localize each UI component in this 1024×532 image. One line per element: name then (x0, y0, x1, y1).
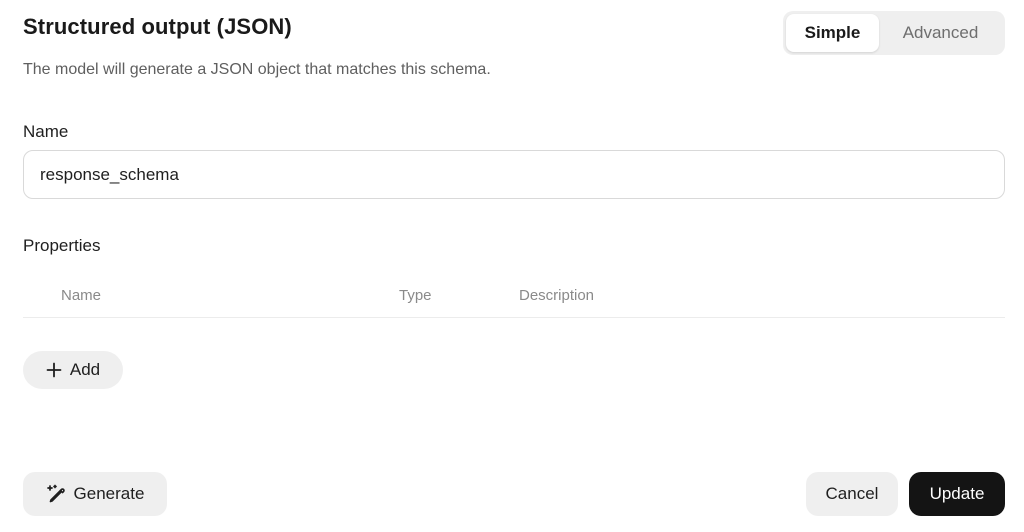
mode-simple-tab[interactable]: Simple (786, 14, 879, 52)
plus-icon (46, 362, 62, 378)
add-property-label: Add (69, 360, 101, 379)
magic-pen-icon (46, 483, 68, 505)
column-header-description: Description (519, 287, 595, 304)
schema-name-input[interactable] (23, 150, 1005, 199)
properties-label: Properties (23, 236, 101, 255)
column-header-name: Name (61, 287, 102, 304)
column-header-type: Type (399, 287, 432, 304)
add-property-button[interactable]: Add (23, 351, 123, 389)
table-divider (23, 317, 1005, 318)
cancel-button[interactable]: Cancel (806, 472, 898, 516)
dialog-subtitle: The model will generate a JSON object th… (23, 61, 491, 78)
name-label: Name (23, 122, 69, 141)
generate-button[interactable]: Generate (23, 472, 167, 516)
generate-label: Generate (73, 484, 145, 503)
update-button[interactable]: Update (909, 472, 1005, 516)
structured-output-dialog: Structured output (JSON) The model will … (0, 0, 1024, 532)
dialog-title: Structured output (JSON) (23, 14, 292, 39)
mode-toggle: Simple Advanced (783, 11, 1005, 55)
mode-advanced-tab[interactable]: Advanced (879, 14, 1002, 52)
